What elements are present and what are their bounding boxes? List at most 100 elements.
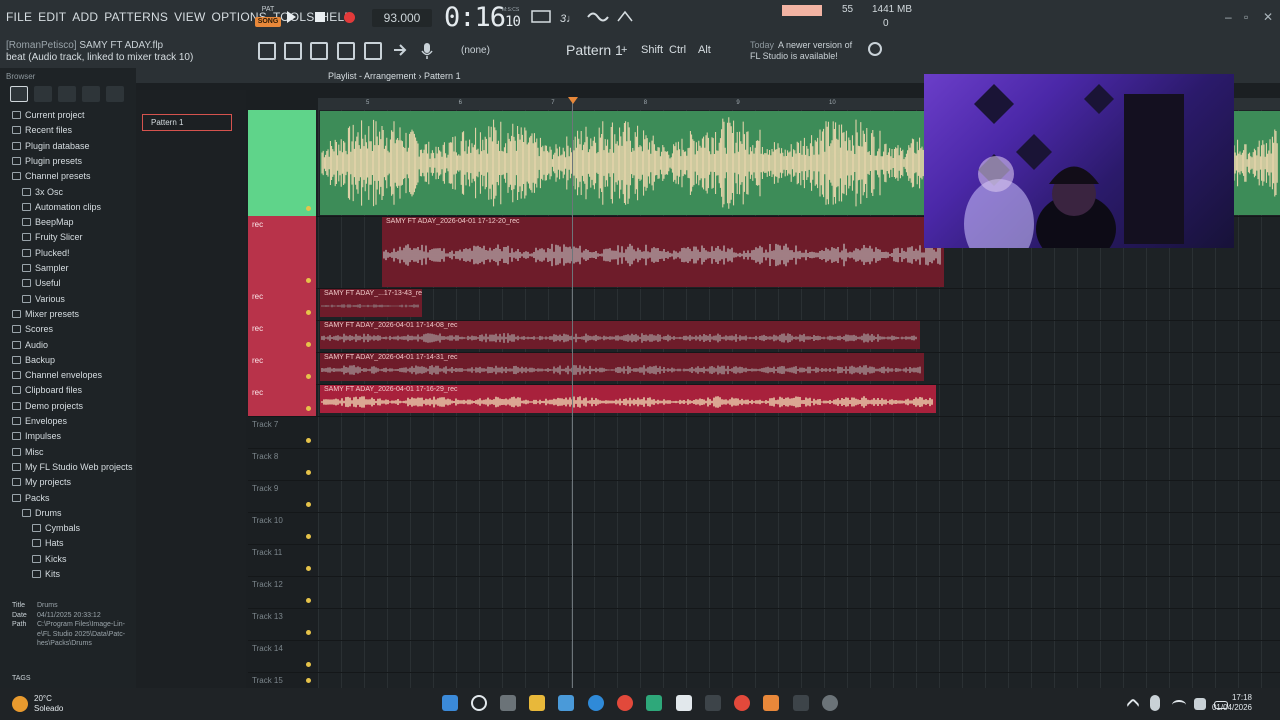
browser-item[interactable]: My FL Studio Web projects (12, 462, 133, 472)
track-header[interactable]: Track 7 (248, 416, 316, 448)
browser-item[interactable]: Plugin presets (12, 156, 82, 166)
track-header[interactable]: rec (248, 288, 316, 320)
menu-patterns[interactable]: PATTERNS (104, 10, 168, 24)
track-enable-icon[interactable] (306, 406, 311, 411)
chrome-profile-icon[interactable] (734, 695, 750, 711)
browser-item[interactable]: Impulses (12, 431, 61, 441)
browser-item[interactable]: Misc (12, 447, 44, 457)
track-header[interactable]: rec (248, 352, 316, 384)
fl-studio-icon[interactable] (763, 695, 779, 711)
pattern-picker-item[interactable]: Pattern 1 (142, 114, 232, 131)
mic-tray-icon[interactable] (1150, 695, 1160, 711)
track-header[interactable] (248, 110, 316, 216)
track-enable-icon[interactable] (306, 374, 311, 379)
browser-item[interactable]: Hats (32, 538, 64, 548)
browser-plugin-icon[interactable] (82, 86, 100, 102)
audio-clip[interactable]: SAMY FT ADAY_2026-04-01 17-16-29_rec (320, 385, 936, 413)
audio-clip[interactable]: SAMY FT ADAY_2026-04-01 17-12-20_rec (382, 217, 944, 287)
system-clock[interactable]: 17:18 01/04/2026 (1212, 693, 1252, 713)
browser-item[interactable]: Drums (22, 508, 62, 518)
track-enable-icon[interactable] (306, 566, 311, 571)
track-enable-icon[interactable] (306, 534, 311, 539)
arrow-right-icon[interactable] (392, 42, 410, 60)
audio-clip[interactable]: SAMY FT ADAY_2026-04-01 17-14-08_rec (320, 321, 920, 349)
track-header[interactable]: Track 11 (248, 544, 316, 576)
browser-item[interactable]: Scores (12, 324, 53, 334)
piano-roll-icon[interactable] (284, 42, 302, 60)
track-enable-icon[interactable] (306, 470, 311, 475)
weather-icon[interactable] (12, 696, 28, 712)
browser-item[interactable]: My projects (12, 477, 71, 487)
browser-item[interactable]: Packs (12, 493, 50, 503)
task-view-icon[interactable] (500, 695, 516, 711)
browser-item[interactable]: Recent files (12, 125, 72, 135)
track-header[interactable]: Track 10 (248, 512, 316, 544)
wifi-icon[interactable] (1172, 700, 1186, 710)
playlist-pattern-crumb[interactable]: Pattern 1 (424, 71, 461, 81)
menu-view[interactable]: VIEW (174, 10, 205, 24)
track-enable-icon[interactable] (306, 662, 311, 667)
browser-item[interactable]: Envelopes (12, 416, 67, 426)
shift-modifier[interactable]: Shift (641, 44, 663, 56)
edge-icon[interactable] (588, 695, 604, 711)
online-icon[interactable] (868, 42, 882, 56)
track-header[interactable]: rec (248, 216, 316, 288)
browser-item[interactable]: Plucked! (22, 248, 70, 258)
stop-button[interactable] (315, 12, 325, 22)
track-header[interactable]: Track 8 (248, 448, 316, 480)
menu-add[interactable]: ADD (72, 10, 98, 24)
weather-widget[interactable]: 20°C Soleado (34, 694, 63, 714)
browser-file-icon[interactable] (34, 86, 52, 102)
browser-all-icon[interactable] (10, 86, 28, 102)
track-enable-icon[interactable] (306, 206, 311, 211)
track-enable-icon[interactable] (306, 678, 311, 683)
track-enable-icon[interactable] (306, 630, 311, 635)
store-icon[interactable] (558, 695, 574, 711)
file-explorer-icon[interactable] (529, 695, 545, 711)
browser-item[interactable]: Kicks (32, 554, 67, 564)
browser-item[interactable]: Channel presets (12, 171, 91, 181)
notepad-icon[interactable] (676, 695, 692, 711)
track-header[interactable]: Track 12 (248, 576, 316, 608)
minimize-icon[interactable]: – (1225, 10, 1232, 24)
audio-clip[interactable]: SAMY FT ADAY_...17-13-43_rec (320, 289, 422, 317)
browser-item[interactable]: Current project (12, 110, 85, 120)
browser-item[interactable]: Fruity Slicer (22, 232, 83, 242)
start-icon[interactable] (442, 695, 458, 711)
browser-item[interactable]: Useful (22, 278, 61, 288)
browser-item[interactable]: Plugin database (12, 141, 90, 151)
browser-item[interactable]: BeepMap (22, 217, 74, 227)
pat-song-toggle[interactable]: PAT SONG (255, 6, 281, 30)
add-pattern-button[interactable]: + (621, 44, 627, 56)
browser-item[interactable]: Various (22, 294, 65, 304)
loop-record-icon[interactable] (587, 12, 609, 22)
track-header[interactable]: rec (248, 384, 316, 416)
browser-item[interactable]: Mixer presets (12, 309, 79, 319)
browser-item[interactable]: Kits (32, 569, 60, 579)
midi-input-select[interactable]: (none) (461, 45, 490, 56)
tempo-display[interactable]: 93.000 (372, 9, 432, 27)
track-header[interactable]: Track 14 (248, 640, 316, 672)
playlist-icon[interactable] (258, 42, 276, 60)
browser-item[interactable]: Cymbals (32, 523, 80, 533)
play-button[interactable] (287, 11, 296, 23)
close-icon[interactable]: ✕ (1263, 10, 1273, 24)
track-header[interactable]: Track 13 (248, 608, 316, 640)
ua-icon[interactable] (705, 695, 721, 711)
track-enable-icon[interactable] (306, 342, 311, 347)
track-enable-icon[interactable] (306, 278, 311, 283)
menu-edit[interactable]: EDIT (38, 10, 66, 24)
record-button[interactable] (344, 12, 355, 23)
volume-icon[interactable] (1194, 698, 1206, 710)
metronome-icon[interactable] (531, 10, 551, 23)
browser-item[interactable]: Automation clips (22, 202, 101, 212)
track-header[interactable]: Track 15 (248, 672, 316, 688)
browser-item[interactable]: Channel envelopes (12, 370, 102, 380)
plugin-picker-icon[interactable] (364, 42, 382, 60)
maximize-icon[interactable]: ▫ (1244, 10, 1248, 24)
track-enable-icon[interactable] (306, 598, 311, 603)
step-edit-icon[interactable]: 3♩ (560, 13, 577, 25)
audio-clip[interactable]: SAMY FT ADAY_2026-04-01 17-14-31_rec (320, 353, 924, 381)
news-panel[interactable]: Today A newer version of FL Studio is ava… (750, 40, 852, 62)
browser-item[interactable]: Backup (12, 355, 55, 365)
